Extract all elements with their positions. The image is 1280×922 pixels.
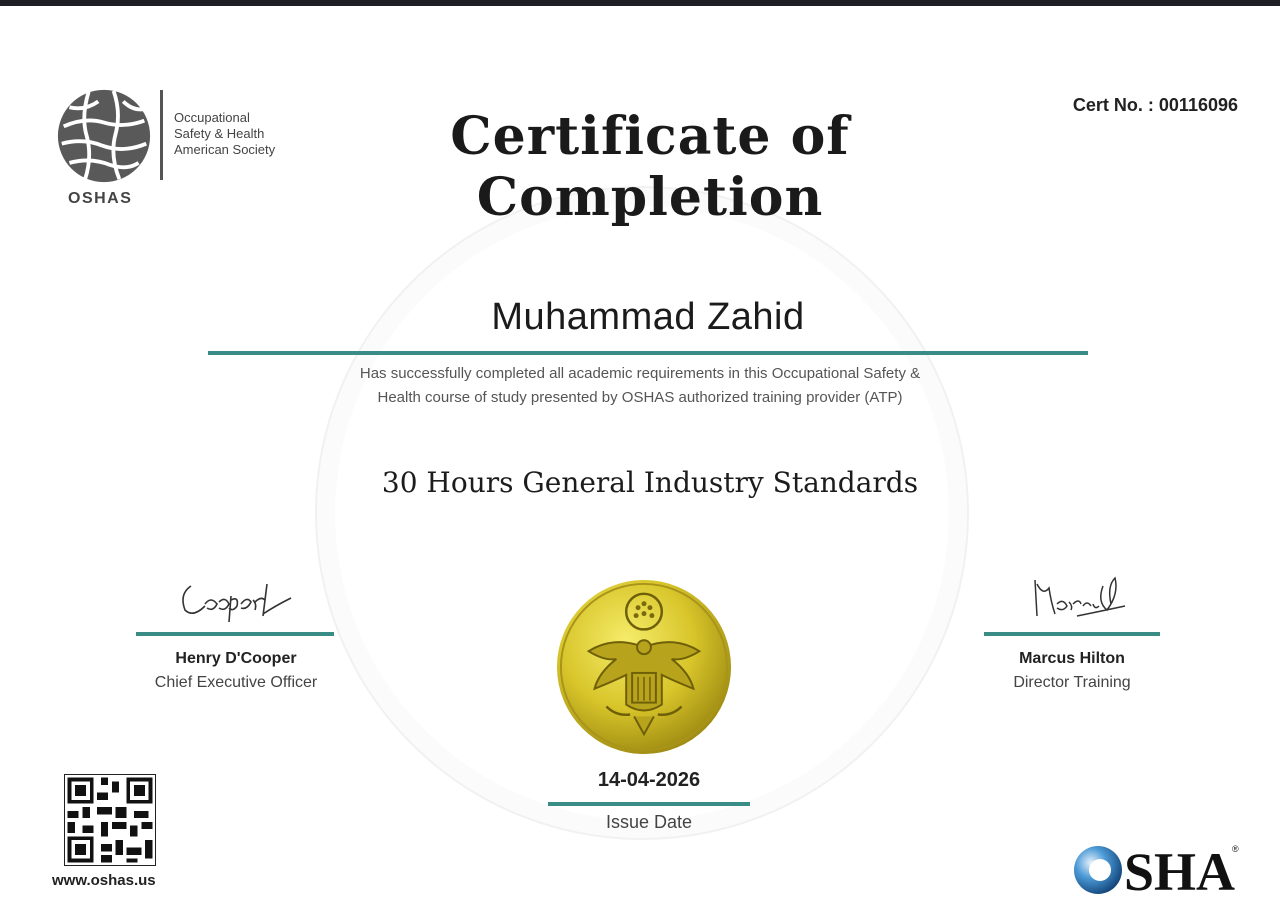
- description-line: Has successfully completed all academic …: [359, 365, 921, 382]
- osha-logo-text: SHA: [1124, 842, 1235, 898]
- issue-date: 14-04-2026: [597, 769, 701, 791]
- globe-logo-icon: [57, 89, 151, 183]
- certificate-page: Occupational Safety & Health American So…: [0, 6, 1280, 922]
- signatory-right: Marcus Hilton Director Training: [984, 566, 1160, 692]
- osha-logo-icon: SHA ®: [1074, 842, 1239, 898]
- signatory-role: Director Training: [1013, 674, 1131, 691]
- certificate-title: Certificate of Completion: [450, 106, 850, 228]
- signature-image: [182, 583, 292, 623]
- svg-text:®: ®: [1232, 844, 1239, 854]
- org-abbr: OSHAS: [68, 190, 133, 207]
- course-title: 30 Hours General Industry Standards: [381, 466, 919, 499]
- signature-rule-left: [136, 632, 334, 636]
- issue-date-rule: [548, 802, 750, 806]
- completion-description: Has successfully completed all academic …: [300, 362, 980, 410]
- website-link[interactable]: www.oshas.us: [52, 872, 156, 889]
- signatory-left: Henry D'Cooper Chief Executive Officer: [136, 566, 336, 692]
- description-line: Health course of study presented by OSHA…: [377, 389, 903, 406]
- seal-icon: [556, 579, 732, 755]
- signatory-name: Marcus Hilton: [1019, 650, 1125, 667]
- org-name: Occupational Safety & Health American So…: [174, 110, 304, 158]
- signature-image: [1034, 576, 1126, 617]
- issue-date-label: Issue Date: [605, 812, 693, 832]
- signatory-name: Henry D'Cooper: [175, 650, 297, 667]
- qr-code-icon: [64, 774, 156, 866]
- signatory-role: Chief Executive Officer: [154, 674, 318, 691]
- signature-rule-right: [984, 632, 1160, 636]
- logo-divider: [160, 90, 163, 180]
- recipient-rule: [208, 351, 1088, 355]
- org-line: Safety & Health: [174, 126, 265, 141]
- recipient-name: Muhammad Zahid: [491, 296, 805, 338]
- cert-number: Cert No. : 00116096: [1072, 95, 1238, 115]
- org-line: Occupational: [174, 110, 250, 125]
- org-line: American Society: [174, 142, 276, 157]
